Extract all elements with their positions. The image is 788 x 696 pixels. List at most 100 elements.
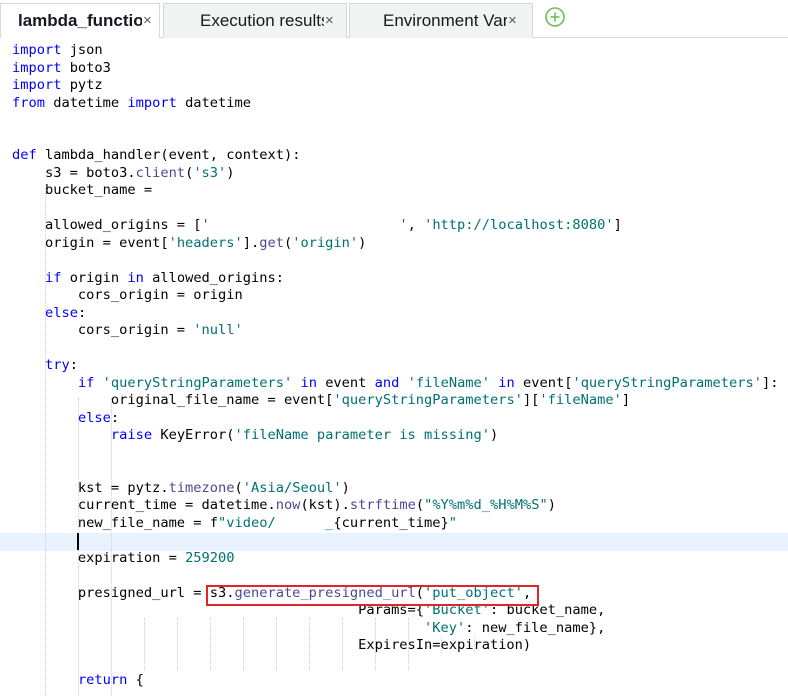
code-token: original_file_name = event[ bbox=[12, 392, 334, 408]
code-token: from bbox=[12, 94, 45, 111]
plus-circle-icon bbox=[545, 7, 565, 27]
code-line[interactable]: else: bbox=[12, 410, 119, 428]
code-line[interactable]: origin = event['headers'].get('origin') bbox=[12, 235, 366, 253]
code-token: 'fileName parameter is missing' bbox=[234, 427, 490, 443]
code-token: get bbox=[259, 234, 284, 251]
code-token: : bbox=[69, 357, 78, 373]
code-token: timezone bbox=[168, 479, 235, 496]
code-token: 'http://localhost:8080' bbox=[424, 217, 614, 233]
code-token: : bbox=[77, 304, 87, 321]
code-line[interactable]: try: bbox=[12, 357, 78, 375]
code-line[interactable]: ExpiresIn=expiration) bbox=[12, 637, 531, 655]
code-line[interactable]: original_file_name = event['queryStringP… bbox=[12, 392, 630, 410]
code-token: cors_origin = origin bbox=[12, 287, 243, 303]
code-token: "%Y%m%d_%H%M%S" bbox=[424, 497, 548, 513]
code-token: return bbox=[77, 672, 128, 688]
code-token: 'queryStringParameters' bbox=[572, 374, 762, 391]
code-token: ( bbox=[415, 497, 425, 513]
code-token: origin bbox=[61, 269, 128, 286]
code-token: ]. bbox=[242, 234, 260, 251]
code-token: lambda_handler(event, context): bbox=[36, 147, 301, 163]
code-line[interactable]: import pytz bbox=[12, 77, 103, 95]
code-token: {current_time} bbox=[333, 514, 449, 531]
code-line[interactable]: import boto3 bbox=[12, 60, 111, 78]
tab-environment-variables[interactable]: Environment Vari × bbox=[349, 3, 533, 38]
code-token: ] bbox=[621, 392, 631, 408]
code-line[interactable]: current_time = datetime.now(kst).strftim… bbox=[12, 497, 556, 515]
close-icon[interactable]: × bbox=[508, 4, 517, 37]
code-token: cors_origin = bbox=[12, 322, 194, 338]
code-token: : bbox=[110, 409, 120, 426]
code-token: event bbox=[316, 374, 375, 391]
code-line[interactable]: s3 = boto3.client('s3') bbox=[12, 165, 235, 183]
code-token: import bbox=[12, 59, 62, 76]
code-token: 'Asia/Seoul' bbox=[242, 479, 342, 496]
code-token: allowed_origins = [ bbox=[12, 217, 202, 233]
close-icon[interactable]: × bbox=[143, 4, 152, 37]
code-token: ( bbox=[283, 234, 293, 251]
code-token: pytz bbox=[61, 77, 103, 93]
code-token: 'fileName' bbox=[539, 392, 622, 408]
code-line[interactable]: 'Key': new_file_name}, bbox=[12, 620, 605, 638]
code-line[interactable]: raise KeyError('fileName parameter is mi… bbox=[12, 427, 498, 445]
code-line[interactable]: def lambda_handler(event, context): bbox=[12, 147, 300, 165]
code-line[interactable]: kst = pytz.timezone('Asia/Seoul') bbox=[12, 480, 350, 498]
tab-label: lambda_function bbox=[18, 11, 142, 30]
code-token: ][ bbox=[522, 392, 540, 408]
code-token: 'null' bbox=[193, 322, 243, 338]
code-token: in bbox=[300, 374, 317, 391]
code-token: 'queryStringParameters' bbox=[333, 392, 523, 408]
editor-tab-bar: lambda_function × Execution results × En… bbox=[0, 0, 788, 39]
code-line[interactable]: new_file_name = f"video/ _{current_time}… bbox=[12, 515, 457, 533]
code-token: if bbox=[77, 374, 95, 391]
code-token: allowed_origins: bbox=[143, 269, 284, 286]
text-cursor bbox=[77, 533, 79, 550]
code-line[interactable]: allowed_origins = [' ', 'http://localhos… bbox=[12, 217, 622, 235]
tab-label: Environment Vari bbox=[383, 11, 507, 30]
code-token: try bbox=[44, 357, 70, 373]
code-token: origin = event[ bbox=[12, 234, 169, 251]
code-line[interactable]: expiration = 259200 bbox=[12, 550, 235, 568]
code-line[interactable]: else: bbox=[12, 305, 86, 323]
code-token: datetime bbox=[176, 94, 251, 111]
code-token: in bbox=[498, 374, 515, 391]
code-token: : new_file_name}, bbox=[465, 619, 606, 636]
tab-execution-results[interactable]: Execution results × bbox=[163, 3, 347, 38]
code-token: 'queryStringParameters' bbox=[102, 374, 293, 391]
code-line[interactable]: return { bbox=[12, 672, 144, 690]
close-icon[interactable]: × bbox=[325, 4, 334, 37]
code-token: { bbox=[127, 672, 144, 688]
code-editor[interactable]: import json import boto3 import pytz from d… bbox=[0, 38, 788, 696]
code-token: 'Key' bbox=[424, 619, 466, 636]
code-token: 's3' bbox=[193, 164, 227, 181]
code-token: json bbox=[61, 42, 103, 58]
code-token: ' bbox=[201, 217, 210, 233]
code-line[interactable]: cors_origin = origin bbox=[12, 287, 243, 305]
tab-label: Execution results bbox=[200, 11, 324, 30]
code-token: 259200 bbox=[185, 549, 235, 566]
code-token: ( bbox=[234, 479, 243, 496]
code-line[interactable]: cors_origin = 'null' bbox=[12, 322, 243, 340]
code-line[interactable]: if origin in allowed_origins: bbox=[12, 270, 284, 288]
code-token: import bbox=[127, 94, 177, 111]
code-line[interactable]: from datetime import datetime bbox=[12, 95, 251, 113]
add-tab-button[interactable] bbox=[544, 6, 566, 28]
code-line[interactable]: bucket_name = bbox=[12, 182, 160, 200]
code-line[interactable]: import json bbox=[12, 42, 103, 60]
highlight-box-generate-presigned-url bbox=[206, 585, 539, 606]
code-line[interactable]: if 'queryStringParameters' in event and … bbox=[12, 374, 779, 393]
tab-lambda-function[interactable]: lambda_function × bbox=[0, 3, 160, 39]
code-token: boto3 bbox=[61, 59, 111, 76]
code-token: else bbox=[44, 304, 78, 321]
code-token: client bbox=[135, 164, 186, 181]
